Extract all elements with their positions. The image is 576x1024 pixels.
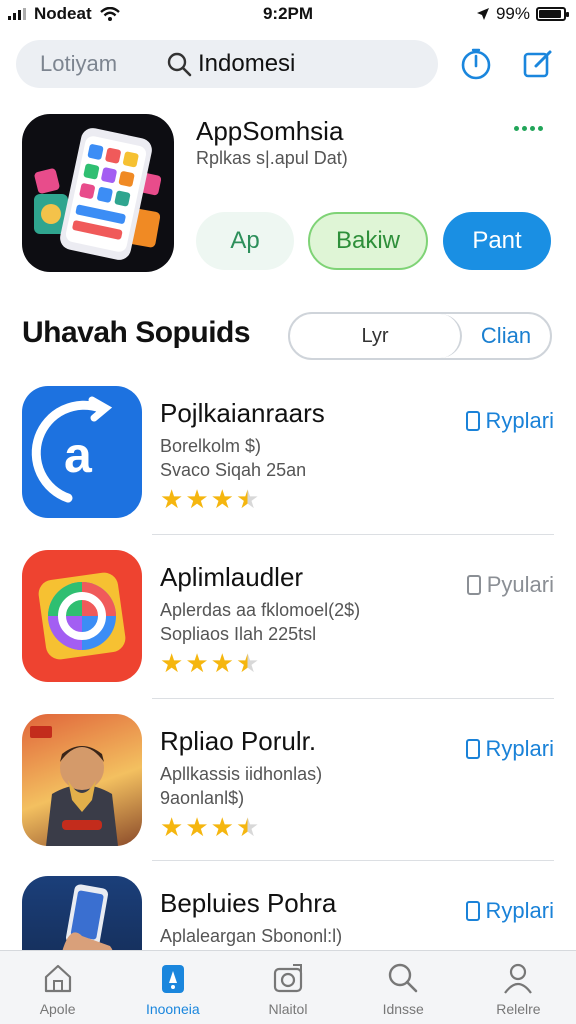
tab-label: Inooneia xyxy=(145,1001,200,1017)
search-icon xyxy=(167,52,192,77)
tab-label: Idnsse xyxy=(382,1001,424,1017)
home-icon xyxy=(44,964,71,993)
segment-right[interactable]: Clian xyxy=(462,314,550,358)
star-icon: ★ xyxy=(160,812,184,842)
half-star-icon: ★ xyxy=(235,812,260,842)
lock-icon xyxy=(466,575,481,595)
star-icon: ★ xyxy=(185,484,209,514)
search-scope-label[interactable]: Lotiyam xyxy=(40,51,166,77)
svg-text:a: a xyxy=(64,427,93,483)
camera-icon xyxy=(273,964,303,993)
tab-label: Relelre xyxy=(496,1001,541,1017)
app-action-label: Pyulari xyxy=(486,572,554,597)
search-input[interactable]: Indomesi xyxy=(198,50,295,78)
divider xyxy=(152,860,554,861)
star-icon: ★ xyxy=(210,648,234,678)
app-icon[interactable]: a xyxy=(22,386,142,518)
person-icon xyxy=(504,963,533,994)
get-button[interactable]: Pant xyxy=(443,212,551,270)
rating-stars: ★ ★ ★ ★ xyxy=(160,814,259,840)
lock-icon xyxy=(465,411,480,431)
divider xyxy=(152,698,554,699)
apps-icon xyxy=(161,965,184,993)
status-right: 99% xyxy=(476,4,569,24)
lock-icon xyxy=(465,739,480,759)
new-button[interactable]: Bakiw xyxy=(308,212,428,270)
section-title: Uhavah Sopuids xyxy=(22,316,251,349)
app-action-button[interactable]: Ryplari xyxy=(465,736,554,762)
tab-bar: Apole Inooneia Nlaitol Idnsse Relelre xyxy=(0,950,576,1024)
timer-icon[interactable] xyxy=(460,48,492,80)
app-action-label: Ryplari xyxy=(485,736,554,761)
app-action-button[interactable]: Ryplari xyxy=(465,408,554,434)
divider xyxy=(152,534,554,535)
star-icon: ★ xyxy=(160,648,184,678)
app-name[interactable]: Pojlkaianraars xyxy=(160,398,325,429)
app-icon[interactable] xyxy=(22,714,142,846)
app-details: Svaco Siqah 25an xyxy=(160,460,307,480)
battery-icon xyxy=(536,7,569,21)
featured-app-icon[interactable] xyxy=(22,114,174,272)
half-star-icon: ★ xyxy=(235,648,260,678)
app-action-label: Ryplari xyxy=(485,408,554,433)
status-bar: Nodeat 9:2PM 99% xyxy=(0,0,576,28)
app-subtitle: Apllkassis iidhonlas) xyxy=(160,764,323,784)
rating-stars: ★ ★ ★ ★ xyxy=(160,486,259,512)
star-icon: ★ xyxy=(185,812,209,842)
list-item[interactable]: a Pojlkaianraars Borelkolm $) Svaco Siqa… xyxy=(0,386,576,550)
app-action-button[interactable]: Pyulari xyxy=(466,572,554,598)
star-icon: ★ xyxy=(185,648,209,678)
tab-apole[interactable]: Apole xyxy=(0,951,115,1024)
lock-icon xyxy=(465,901,480,921)
app-subtitle: Borelkolm $) xyxy=(160,436,262,456)
search-icon xyxy=(389,963,418,993)
rating-stars: ★ ★ ★ ★ xyxy=(160,650,259,676)
app-button[interactable]: Ap xyxy=(196,212,294,270)
app-action-button[interactable]: Ryplari xyxy=(465,898,554,924)
featured-app-subtitle: Rplkas s|.apul Dat) xyxy=(196,148,348,168)
featured-app-title[interactable]: AppSomhsia xyxy=(196,116,343,147)
tab-idnsse[interactable]: Idnsse xyxy=(346,951,461,1024)
star-icon: ★ xyxy=(210,484,234,514)
app-subtitle: Aplerdas aa fklomoel(2$) xyxy=(160,600,361,620)
tab-label: Nlaitol xyxy=(268,1001,308,1017)
app-subtitle: Aplaleargan Sbononl:l) xyxy=(160,926,343,946)
tab-inooneia[interactable]: Inooneia xyxy=(115,951,230,1024)
star-icon: ★ xyxy=(210,812,234,842)
tab-relelre[interactable]: Relelre xyxy=(461,951,576,1024)
app-action-label: Ryplari xyxy=(485,898,554,923)
list-item[interactable]: Aplimlaudler Aplerdas aa fklomoel(2$) So… xyxy=(0,550,576,714)
battery-percent: 99% xyxy=(495,4,530,23)
app-name[interactable]: Aplimlaudler xyxy=(160,562,303,593)
more-options-icon[interactable] xyxy=(514,126,543,131)
list-item[interactable]: Rpliao Porulr. Apllkassis iidhonlas) 9ao… xyxy=(0,714,576,878)
search-bar[interactable]: Lotiyam Indomesi xyxy=(16,40,438,88)
star-icon: ★ xyxy=(160,484,184,514)
location-arrow-icon xyxy=(476,8,489,20)
half-star-icon: ★ xyxy=(235,484,260,514)
app-icon[interactable] xyxy=(22,550,142,682)
segment-left[interactable]: Lyr xyxy=(290,314,462,358)
app-name[interactable]: Rpliao Porulr. xyxy=(160,726,316,757)
app-details: Sopliaos Ilah 225tsl xyxy=(160,624,317,644)
app-details: 9aonlanl$) xyxy=(160,788,245,808)
compose-icon[interactable] xyxy=(522,48,554,80)
app-name[interactable]: Bepluies Pohra xyxy=(160,888,336,919)
battery-level xyxy=(539,10,561,18)
tab-nlaitol[interactable]: Nlaitol xyxy=(230,951,345,1024)
segment-control: Lyr Clian xyxy=(288,312,552,360)
tab-label: Apole xyxy=(39,1001,76,1017)
